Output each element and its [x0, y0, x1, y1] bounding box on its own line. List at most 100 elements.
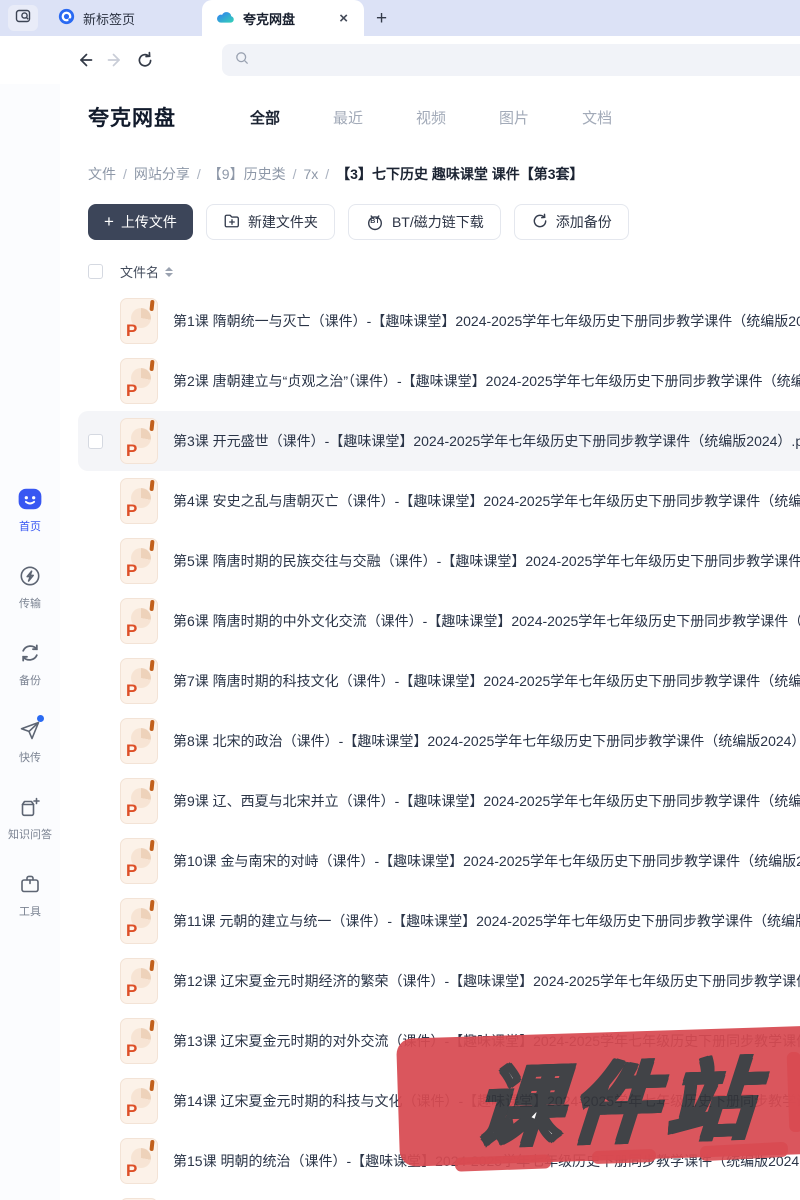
table-row[interactable]: P 第1课 隋朝统一与灭亡（课件）-【趣味课堂】2024-2025学年七年级历史…: [78, 291, 800, 351]
breadcrumb: 文件 / 网站分享 / 【9】历史类 / 7x / 【3】七下历史 趣味课堂 课…: [60, 132, 800, 184]
bt-download-label: BT/磁力链下载: [391, 214, 484, 230]
tab-document[interactable]: 文档: [582, 107, 612, 128]
breadcrumb-separator: /: [325, 166, 330, 182]
quark-logo-icon: [58, 8, 75, 28]
forward-button[interactable]: [100, 45, 130, 75]
watermark-text: 课件站: [470, 1050, 769, 1159]
refresh-button[interactable]: [130, 45, 160, 75]
table-row[interactable]: P 第4课 安史之乱与唐朝灭亡（课件）-【趣味课堂】2024-2025学年七年级…: [78, 471, 800, 531]
sidebar-item-backup[interactable]: 备份: [0, 640, 60, 688]
ppt-file-icon: P: [120, 358, 158, 404]
sidebar-item-label: 快传: [19, 752, 41, 764]
row-checkbox[interactable]: [88, 433, 103, 449]
backup-sync-icon: [17, 640, 43, 666]
notification-dot: [37, 715, 44, 722]
ppt-file-icon: P: [120, 478, 158, 524]
knowledge-box-icon: [17, 794, 43, 820]
ppt-file-icon: P: [120, 1018, 158, 1064]
tab-title: 夸克网盘: [243, 11, 296, 27]
table-row-hovered[interactable]: P 第3课 开元盛世（课件）-【趣味课堂】2024-2025学年七年级历史下册同…: [78, 411, 800, 471]
close-icon[interactable]: ×: [337, 10, 350, 27]
tab-search-button[interactable]: [8, 5, 38, 31]
upload-file-button[interactable]: + 上传文件: [88, 204, 193, 240]
sidebar: 首页 传输 备份 快传 知识问答 工具: [0, 84, 60, 1200]
table-row[interactable]: P 第8课 北宋的政治（课件）-【趣味课堂】2024-2025学年七年级历史下册…: [78, 711, 800, 771]
sidebar-item-label: 传输: [19, 598, 41, 610]
new-folder-label: 新建文件夹: [247, 214, 318, 230]
ppt-file-icon: P: [120, 718, 158, 764]
sidebar-item-tools[interactable]: 工具: [0, 871, 60, 919]
browser-window: 新标签页 夸克网盘 × + 首页 传输 备份 快传 知识问答 工具 夸克网盘 全…: [0, 0, 800, 1200]
sort-icon[interactable]: [165, 266, 174, 277]
file-name: 第2课 唐朝建立与“贞观之治”（课件）-【趣味课堂】2024-2025学年七年级…: [173, 373, 800, 389]
breadcrumb-item[interactable]: 文件: [88, 164, 116, 184]
ppt-file-icon: P: [120, 898, 158, 944]
breadcrumb-item[interactable]: 【9】历史类: [208, 164, 286, 184]
add-backup-label: 添加备份: [555, 214, 612, 230]
toolbar: + 上传文件 新建文件夹 BT BT/磁力链下载 添加备份: [60, 184, 800, 240]
toolbox-icon: [17, 871, 43, 897]
sidebar-item-quick-send[interactable]: 快传: [0, 715, 60, 765]
ppt-file-icon: P: [120, 1078, 158, 1124]
browser-tab-newtab[interactable]: 新标签页: [44, 0, 202, 36]
tab-video[interactable]: 视频: [416, 107, 446, 128]
sidebar-item-transfer[interactable]: 传输: [0, 563, 60, 611]
tab-recent[interactable]: 最近: [333, 107, 363, 128]
table-row[interactable]: P 第12课 辽宋夏金元时期经济的繁荣（课件）-【趣味课堂】2024-2025学…: [78, 951, 800, 1011]
file-name: 第5课 隋唐时期的民族交往与交融（课件）-【趣味课堂】2024-2025学年七年…: [173, 553, 800, 569]
ppt-file-icon: P: [120, 778, 158, 824]
browser-tabbar: 新标签页 夸克网盘 × +: [0, 0, 800, 36]
table-row[interactable]: P 第10课 金与南宋的对峙（课件）-【趣味课堂】2024-2025学年七年级历…: [78, 831, 800, 891]
page-header: 夸克网盘 全部 最近 视频 图片 文档: [60, 84, 800, 132]
bt-magnet-download-button[interactable]: BT BT/磁力链下载: [347, 204, 501, 240]
sidebar-item-label: 首页: [19, 521, 41, 533]
table-row[interactable]: P 第5课 隋唐时期的民族交往与交融（课件）-【趣味课堂】2024-2025学年…: [78, 531, 800, 591]
table-row[interactable]: P 第11课 元朝的建立与统一（课件）-【趣味课堂】2024-2025学年七年级…: [78, 891, 800, 951]
paper-plane-icon: [17, 715, 44, 743]
stamp-distress-blob: [591, 1148, 657, 1165]
file-name: 第12课 辽宋夏金元时期经济的繁荣（课件）-【趣味课堂】2024-2025学年七…: [173, 973, 800, 989]
tab-title: 新标签页: [83, 11, 136, 27]
browser-navbar: [0, 36, 800, 84]
table-row[interactable]: P 第2课 唐朝建立与“贞观之治”（课件）-【趣味课堂】2024-2025学年七…: [78, 351, 800, 411]
new-tab-button[interactable]: +: [376, 8, 387, 30]
table-row-partial[interactable]: P: [78, 1191, 800, 1200]
file-name: 第10课 金与南宋的对峙（课件）-【趣味课堂】2024-2025学年七年级历史下…: [173, 853, 800, 869]
back-button[interactable]: [70, 45, 100, 75]
ppt-file-icon: P: [120, 598, 158, 644]
new-folder-button[interactable]: 新建文件夹: [205, 204, 335, 240]
breadcrumb-separator: /: [123, 166, 127, 182]
bt-download-icon: BT: [365, 212, 385, 232]
sidebar-item-home[interactable]: 首页: [0, 486, 60, 534]
breadcrumb-separator: /: [292, 166, 297, 182]
breadcrumb-item[interactable]: 网站分享: [134, 164, 190, 184]
file-name: 第6课 隋唐时期的中外文化交流（课件）-【趣味课堂】2024-2025学年七年级…: [173, 613, 800, 629]
cloud-drive-icon: [216, 10, 235, 27]
sidebar-item-knowledge-qa[interactable]: 知识问答: [0, 794, 60, 842]
ppt-file-icon: P: [120, 1138, 158, 1184]
ppt-file-icon: P: [120, 418, 158, 464]
table-row[interactable]: P 第9课 辽、西夏与北宋并立（课件）-【趣味课堂】2024-2025学年七年级…: [78, 771, 800, 831]
breadcrumb-item[interactable]: 7x: [303, 166, 318, 182]
select-all-checkbox[interactable]: [88, 264, 103, 279]
search-input[interactable]: [222, 44, 800, 76]
table-row[interactable]: P 第7课 隋唐时期的科技文化（课件）-【趣味课堂】2024-2025学年七年级…: [78, 651, 800, 711]
ppt-file-icon: P: [120, 538, 158, 584]
view-tabs: 全部 最近 视频 图片 文档: [250, 107, 612, 128]
file-name: 第8课 北宋的政治（课件）-【趣味课堂】2024-2025学年七年级历史下册同步…: [173, 733, 800, 749]
browser-tab-quark-drive[interactable]: 夸克网盘 ×: [202, 0, 364, 36]
breadcrumb-item-current: 【3】七下历史 趣味课堂 课件【第3套】: [336, 166, 584, 182]
ppt-file-icon: P: [120, 298, 158, 344]
add-backup-button[interactable]: 添加备份: [513, 204, 629, 240]
tab-search-icon: [15, 8, 31, 29]
table-row[interactable]: P 第6课 隋唐时期的中外文化交流（课件）-【趣味课堂】2024-2025学年七…: [78, 591, 800, 651]
tab-image[interactable]: 图片: [499, 107, 529, 128]
ppt-file-icon: P: [120, 958, 158, 1004]
filename-column-header[interactable]: 文件名: [120, 262, 159, 281]
file-name: 第7课 隋唐时期的科技文化（课件）-【趣味课堂】2024-2025学年七年级历史…: [173, 673, 800, 689]
tab-all[interactable]: 全部: [250, 107, 280, 128]
ppt-file-icon: P: [120, 838, 158, 884]
search-icon: [234, 50, 250, 71]
upload-file-label: 上传文件: [120, 214, 177, 230]
sidebar-item-label: 知识问答: [8, 829, 52, 841]
